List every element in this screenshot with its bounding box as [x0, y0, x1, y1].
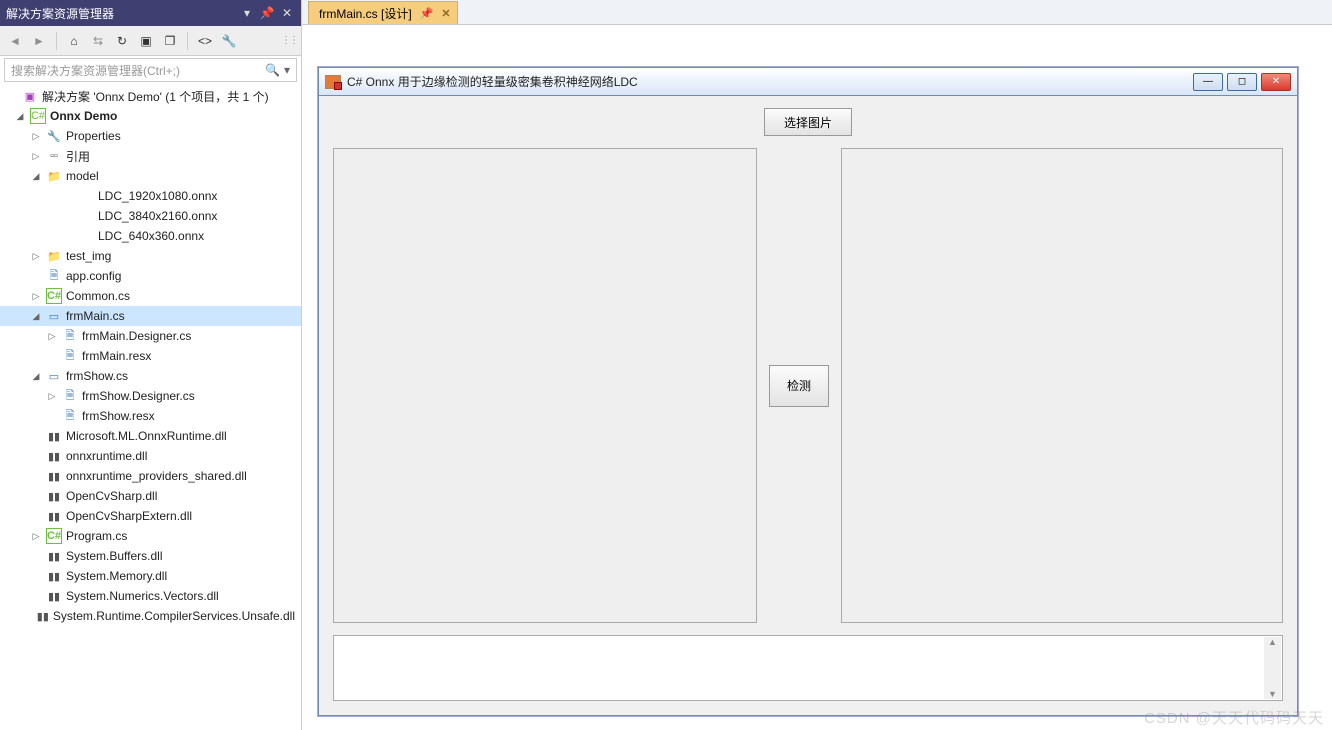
- form-icon: ▭: [46, 368, 62, 384]
- file-program[interactable]: ▷C#Program.cs: [0, 526, 301, 546]
- select-image-button[interactable]: 选择图片: [764, 108, 852, 136]
- dll-icon: ▮▮: [46, 568, 62, 584]
- middle-row: 检测: [333, 148, 1283, 623]
- file-dll[interactable]: ▮▮onnxruntime.dll: [0, 446, 301, 466]
- scroll-down-icon[interactable]: ▼: [1268, 689, 1277, 699]
- form-designer-surface[interactable]: C# Onnx 用于边缘检测的轻量级密集卷积神经网络LDC — ◻ ✕ 选择图片: [302, 25, 1332, 730]
- form-title: C# Onnx 用于边缘检测的轻量级密集卷积神经网络LDC: [347, 73, 1193, 90]
- dll-icon: ▮▮: [46, 468, 62, 484]
- solution-explorer: 解决方案资源管理器 ▾ 📌 ✕ ◄ ► ⌂ ⇆ ↻ ▣ ❐ <> 🔧 ⋮⋮ 搜索…: [0, 0, 302, 730]
- config-icon: 🗎: [46, 268, 62, 284]
- file-dll[interactable]: ▮▮Microsoft.ML.OnnxRuntime.dll: [0, 426, 301, 446]
- input-image-panel[interactable]: [333, 148, 757, 623]
- cs-file-icon: 🗎: [62, 328, 78, 344]
- file-dll[interactable]: ▮▮OpenCvSharpExtern.dll: [0, 506, 301, 526]
- folder-icon: 📁: [46, 248, 62, 264]
- minimize-button[interactable]: —: [1193, 73, 1223, 91]
- window-controls: — ◻ ✕: [1193, 73, 1291, 91]
- pin-icon[interactable]: 📌: [259, 5, 275, 21]
- form-icon: [325, 75, 341, 89]
- showcode-icon[interactable]: <>: [194, 30, 216, 52]
- nav-fwd-icon[interactable]: ►: [28, 30, 50, 52]
- folder-testimg[interactable]: ▷📁 test_img: [0, 246, 301, 266]
- solution-toolbar: ◄ ► ⌂ ⇆ ↻ ▣ ❐ <> 🔧 ⋮⋮: [0, 26, 301, 56]
- panel-title-bar: 解决方案资源管理器 ▾ 📌 ✕: [0, 0, 301, 26]
- file-frmmain[interactable]: ◢▭frmMain.cs: [0, 306, 301, 326]
- file-resx[interactable]: 🗎frmShow.resx: [0, 406, 301, 426]
- close-icon[interactable]: ✕: [441, 7, 450, 20]
- nav-back-icon[interactable]: ◄: [4, 30, 26, 52]
- form-titlebar: C# Onnx 用于边缘检测的轻量级密集卷积神经网络LDC — ◻ ✕: [319, 68, 1297, 96]
- file-frmshow[interactable]: ◢▭frmShow.cs: [0, 366, 301, 386]
- project-node[interactable]: ◢C# Onnx Demo: [0, 106, 301, 126]
- winform-preview[interactable]: C# Onnx 用于边缘检测的轻量级密集卷积神经网络LDC — ◻ ✕ 选择图片: [318, 67, 1298, 716]
- output-image-panel[interactable]: [841, 148, 1283, 623]
- folder-icon: 📁: [46, 168, 62, 184]
- tab-frmmain-design[interactable]: frmMain.cs [设计] 📌 ✕: [308, 1, 458, 24]
- mid-column: 检测: [769, 365, 829, 407]
- newwindow-icon[interactable]: ❐: [159, 30, 181, 52]
- dll-icon: ▮▮: [46, 448, 62, 464]
- tab-label: frmMain.cs [设计]: [319, 5, 412, 22]
- file-dll[interactable]: ▮▮System.Runtime.CompilerServices.Unsafe…: [0, 606, 301, 626]
- editor-area: frmMain.cs [设计] 📌 ✕ C# Onnx 用于边缘检测的轻量级密集…: [302, 0, 1332, 730]
- dll-icon: ▮▮: [46, 548, 62, 564]
- file-designer[interactable]: ▷🗎frmMain.Designer.cs: [0, 326, 301, 346]
- file-designer[interactable]: ▷🗎frmShow.Designer.cs: [0, 386, 301, 406]
- chevron-down-icon: ▾: [284, 63, 290, 77]
- pin-icon[interactable]: 📌: [420, 7, 434, 20]
- solution-node[interactable]: ▣ 解决方案 'Onnx Demo' (1 个项目，共 1 个): [0, 86, 301, 106]
- dll-icon: ▮▮: [46, 488, 62, 504]
- file-resx[interactable]: 🗎frmMain.resx: [0, 346, 301, 366]
- home-icon[interactable]: ⌂: [63, 30, 85, 52]
- file-dll[interactable]: ▮▮OpenCvSharp.dll: [0, 486, 301, 506]
- top-row: 选择图片: [333, 108, 1283, 136]
- file-dll[interactable]: ▮▮onnxruntime_providers_shared.dll: [0, 466, 301, 486]
- file-dll[interactable]: ▮▮System.Buffers.dll: [0, 546, 301, 566]
- scroll-up-icon[interactable]: ▲: [1268, 637, 1277, 647]
- csproj-icon: C#: [30, 108, 46, 124]
- dll-icon: ▮▮: [46, 588, 62, 604]
- wrench-icon: 🔧: [46, 128, 62, 144]
- file-item[interactable]: LDC_1920x1080.onnx: [0, 186, 301, 206]
- file-item[interactable]: LDC_3840x2160.onnx: [0, 206, 301, 226]
- form-body: 选择图片 检测 ▲▼: [319, 96, 1297, 715]
- resx-icon: 🗎: [62, 408, 78, 424]
- cs-icon: C#: [46, 288, 62, 304]
- references-icon: ▫▫: [46, 148, 62, 164]
- folder-model[interactable]: ◢📁 model: [0, 166, 301, 186]
- solution-tree: ▣ 解决方案 'Onnx Demo' (1 个项目，共 1 个) ◢C# Onn…: [0, 84, 301, 730]
- close-button[interactable]: ✕: [1261, 73, 1291, 91]
- search-input[interactable]: 搜索解决方案资源管理器(Ctrl+;) 🔍 ▾: [4, 58, 297, 82]
- document-tabs: frmMain.cs [设计] 📌 ✕: [302, 0, 1332, 25]
- panel-title: 解决方案资源管理器: [6, 5, 114, 22]
- collapse-icon[interactable]: ▣: [135, 30, 157, 52]
- resx-icon: 🗎: [62, 348, 78, 364]
- scrollbar[interactable]: ▲▼: [1264, 637, 1281, 699]
- cs-icon: C#: [46, 528, 62, 544]
- detect-button[interactable]: 检测: [769, 365, 829, 407]
- file-common[interactable]: ▷C#Common.cs: [0, 286, 301, 306]
- sync-icon[interactable]: ⇆: [87, 30, 109, 52]
- file-appconfig[interactable]: 🗎app.config: [0, 266, 301, 286]
- dll-icon: ▮▮: [46, 428, 62, 444]
- cs-file-icon: 🗎: [62, 388, 78, 404]
- overflow-icon[interactable]: ⋮⋮: [281, 35, 297, 46]
- log-textbox[interactable]: ▲▼: [333, 635, 1283, 701]
- refresh-icon[interactable]: ↻: [111, 30, 133, 52]
- references-node[interactable]: ▷▫▫ 引用: [0, 146, 301, 166]
- file-dll[interactable]: ▮▮System.Memory.dll: [0, 566, 301, 586]
- dropdown-icon[interactable]: ▾: [239, 5, 255, 21]
- form-icon: ▭: [46, 308, 62, 324]
- dll-icon: ▮▮: [37, 608, 49, 624]
- properties-icon[interactable]: 🔧: [218, 30, 240, 52]
- dll-icon: ▮▮: [46, 508, 62, 524]
- solution-icon: ▣: [22, 88, 38, 104]
- properties-node[interactable]: ▷🔧 Properties: [0, 126, 301, 146]
- maximize-button[interactable]: ◻: [1227, 73, 1257, 91]
- close-icon[interactable]: ✕: [279, 5, 295, 21]
- file-dll[interactable]: ▮▮System.Numerics.Vectors.dll: [0, 586, 301, 606]
- search-icon: 🔍: [265, 63, 280, 77]
- file-item[interactable]: LDC_640x360.onnx: [0, 226, 301, 246]
